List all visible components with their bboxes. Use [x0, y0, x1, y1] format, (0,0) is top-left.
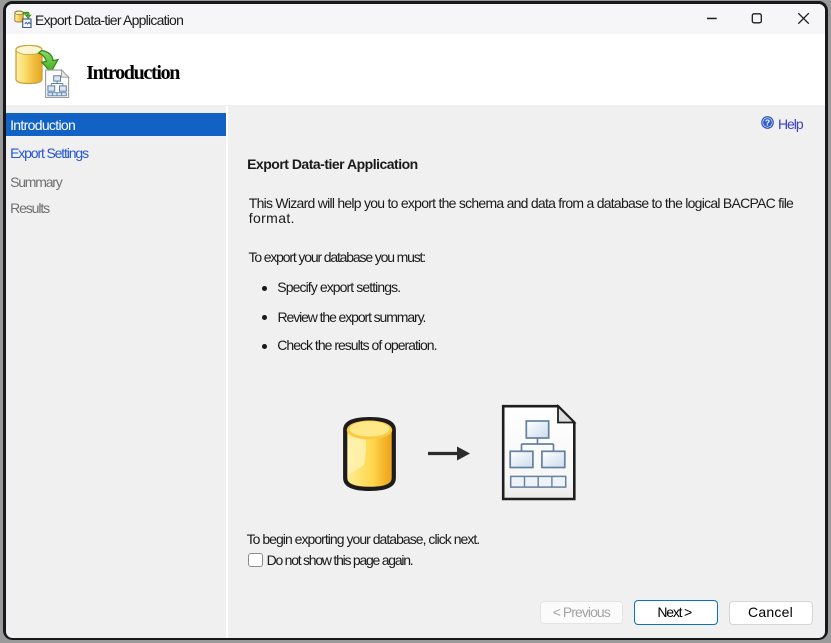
svg-text:?: ?: [764, 118, 769, 128]
